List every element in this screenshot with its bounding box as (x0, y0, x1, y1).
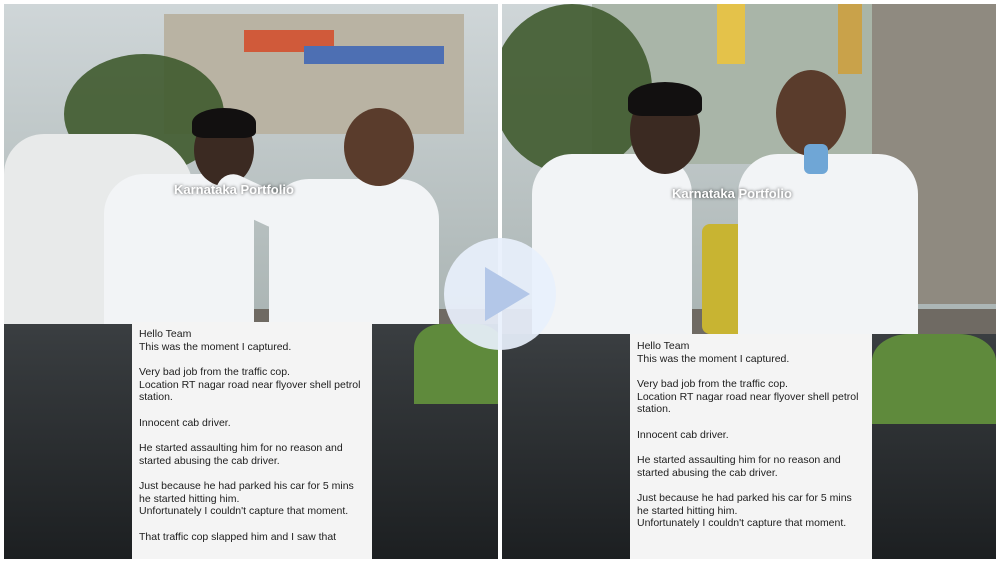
person-shirt (532, 154, 692, 344)
scene-vegetables (872, 334, 996, 424)
video-frame-right: Karnataka Portfolio Hello Team This was … (502, 4, 996, 559)
watermark-label: Karnataka Portfolio (672, 186, 792, 201)
message-line: This was the moment I captured. (637, 352, 790, 365)
person-hair (192, 108, 256, 138)
play-button[interactable] (444, 238, 556, 350)
play-icon (485, 267, 530, 321)
message-line: He started assaulting him for no reason … (139, 442, 346, 467)
message-greeting: Hello Team (139, 328, 192, 340)
video-frame-left: Karnataka Portfolio Hello Team This was … (4, 4, 498, 559)
person-hair (628, 82, 702, 116)
message-line: That traffic cop slapped him and I saw t… (139, 530, 337, 543)
message-card: Hello Team This was the moment I capture… (132, 322, 372, 559)
scene-signboard (717, 4, 745, 64)
person-face-mask (804, 144, 828, 174)
scene-signboard (304, 46, 444, 64)
message-line: Just because he had parked his car for 5… (139, 480, 354, 517)
message-card: Hello Team This was the moment I capture… (630, 334, 872, 559)
message-line: This was the moment I captured. (139, 340, 292, 353)
message-line: Just because he had parked his car for 5… (637, 492, 852, 529)
message-line: Very bad job from the traffic cop. Locat… (139, 366, 361, 403)
message-line: Innocent cab driver. (637, 428, 729, 441)
message-line: He started assaulting him for no reason … (637, 454, 844, 479)
watermark-label: Karnataka Portfolio (174, 182, 294, 197)
scene-signboard (838, 4, 862, 74)
message-line: Innocent cab driver. (139, 416, 231, 429)
person-head (344, 108, 414, 186)
message-line: Very bad job from the traffic cop. Locat… (637, 378, 859, 415)
message-greeting: Hello Team (637, 340, 690, 352)
